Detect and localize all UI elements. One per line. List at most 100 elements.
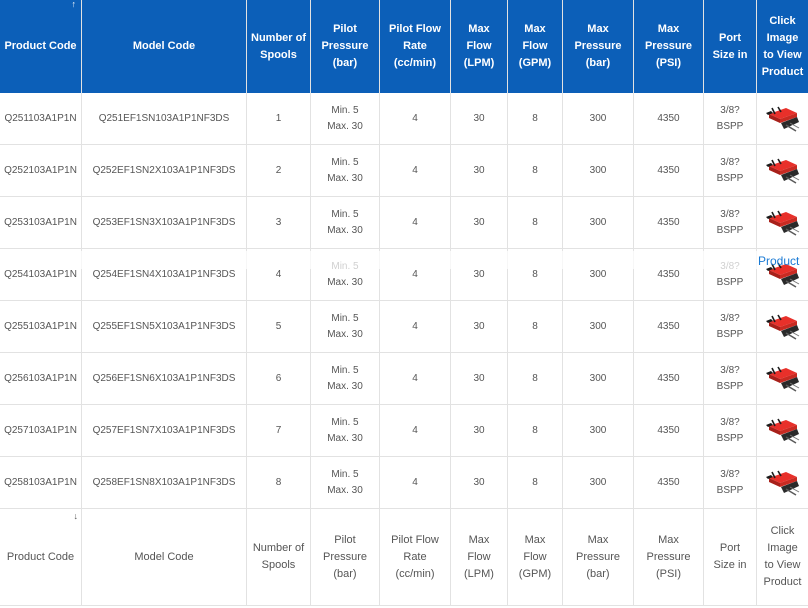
product-image[interactable] <box>765 470 800 496</box>
column-header-view-product[interactable]: Click Image to View Product <box>757 0 808 93</box>
product-image-cell[interactable] <box>757 145 808 196</box>
column-footer-max-pressure-psi[interactable]: Max Pressure (PSI) <box>634 509 704 605</box>
max-flow-gpm-value: 8 <box>532 476 538 488</box>
column-footer-max-flow-lpm[interactable]: Max Flow (LPM) <box>451 509 508 605</box>
table-row: Q253103A1P1N Q253EF1SN3X103A1P1NF3DS 3 Min.… <box>0 197 808 249</box>
product-image-cell[interactable]: Product <box>757 249 808 300</box>
column-header-pilot-pressure[interactable]: Pilot Pressure (bar) <box>311 0 380 93</box>
product-code-value: Q251103A1P1N <box>4 112 77 124</box>
max-pressure-bar-value: 300 <box>589 320 607 332</box>
column-footer-model-code[interactable]: Model Code <box>82 509 247 605</box>
hydraulic-valve-image <box>765 314 799 340</box>
spools-value: 2 <box>275 164 282 176</box>
column-header-max-pressure-bar[interactable]: Max Pressure (bar) <box>563 0 634 93</box>
max-pressure-psi-cell: 4350 <box>634 353 704 404</box>
column-footer-label: Number of Spools <box>252 542 305 571</box>
model-code-value: Q257EF1SN7X103A1P1NF3DS <box>92 424 236 436</box>
column-footer-label: Max Flow (LPM) <box>464 533 494 580</box>
product-code-value: Q257103A1P1N <box>4 424 77 436</box>
pilot-flow-rate-cell: 4 <box>380 457 451 508</box>
product-image-cell[interactable] <box>757 197 808 248</box>
pilot-pressure-value: Min. 5 Max. 30 <box>327 156 363 184</box>
product-image-cell[interactable] <box>757 93 808 144</box>
pilot-flow-rate-cell: 4 <box>380 301 451 352</box>
pilot-flow-rate-value: 4 <box>412 424 418 436</box>
column-footer-max-pressure-bar[interactable]: Max Pressure (bar) <box>563 509 634 605</box>
product-image[interactable] <box>765 418 800 444</box>
max-flow-lpm-cell: 30 <box>451 353 508 404</box>
max-pressure-psi-cell: 4350 <box>634 93 704 144</box>
product-code-cell: Q255103A1P1N <box>0 301 82 352</box>
column-footer-label: Pilot Flow Rate (cc/min) <box>391 533 439 580</box>
hydraulic-valve-image <box>765 366 799 392</box>
column-footer-pilot-flow-rate[interactable]: Pilot Flow Rate (cc/min) <box>380 509 451 605</box>
product-link[interactable]: Product <box>758 254 799 268</box>
table-row: Q255103A1P1N Q255EF1SN5X103A1P1NF3DS 5 Min.… <box>0 301 808 353</box>
product-image[interactable] <box>765 106 800 132</box>
max-flow-lpm-cell: 30 <box>451 301 508 352</box>
column-header-max-pressure-psi[interactable]: Max Pressure (PSI) <box>634 0 704 93</box>
product-code-cell: Q253103A1P1N <box>0 197 82 248</box>
product-code-cell: Q256103A1P1N <box>0 353 82 404</box>
product-image[interactable] <box>765 158 800 184</box>
port-size-cell: 3/8? BSPP <box>704 197 757 248</box>
product-image-cell[interactable] <box>757 405 808 456</box>
port-size-cell: 3/8? BSPP <box>704 145 757 196</box>
port-size-value: 3/8? BSPP <box>716 104 744 132</box>
product-image-cell[interactable] <box>757 457 808 508</box>
max-flow-lpm-cell: 30 <box>451 457 508 508</box>
column-footer-max-flow-gpm[interactable]: Max Flow (GPM) <box>508 509 563 605</box>
max-flow-lpm-value: 30 <box>473 216 485 228</box>
model-code-value: Q254EF1SN4X103A1P1NF3DS <box>92 268 236 280</box>
table-row: Q256103A1P1N Q256EF1SN6X103A1P1NF3DS 6 Min.… <box>0 353 808 405</box>
spools-value: 1 <box>275 112 282 124</box>
column-footer-product-code[interactable]: Product Code <box>0 509 82 605</box>
max-pressure-bar-cell: 300 <box>563 457 634 508</box>
product-image[interactable] <box>765 366 800 392</box>
max-pressure-bar-cell: 300 <box>563 249 634 300</box>
max-pressure-bar-value: 300 <box>589 424 607 436</box>
pilot-pressure-cell: Min. 5 Max. 30 <box>311 249 380 300</box>
spools-value: 7 <box>275 424 282 436</box>
spools-value: 8 <box>275 476 282 488</box>
pilot-pressure-value: Min. 5 Max. 30 <box>327 468 363 496</box>
model-code-cell: Q254EF1SN4X103A1P1NF3DS <box>82 249 247 300</box>
product-image-cell[interactable] <box>757 353 808 404</box>
max-flow-gpm-cell: 8 <box>508 353 563 404</box>
pilot-flow-rate-value: 4 <box>412 164 418 176</box>
port-size-value: 3/8? BSPP <box>716 312 744 340</box>
column-footer-spools[interactable]: Number of Spools <box>247 509 311 605</box>
column-header-label: Pilot Flow Rate (cc/min) <box>389 23 441 69</box>
column-footer-port-size[interactable]: Port Size in <box>704 509 757 605</box>
column-footer-view-product[interactable]: Click Image to View Product <box>757 509 808 605</box>
column-header-label: Pilot Pressure (bar) <box>321 23 369 69</box>
max-flow-lpm-value: 30 <box>473 372 485 384</box>
column-header-port-size[interactable]: Port Size in <box>704 0 757 93</box>
max-pressure-bar-value: 300 <box>589 476 607 488</box>
max-flow-gpm-cell: 8 <box>508 93 563 144</box>
port-size-cell: 3/8? BSPP <box>704 301 757 352</box>
product-image-cell[interactable] <box>757 301 808 352</box>
sort-down-icon[interactable] <box>74 512 79 521</box>
column-header-model-code[interactable]: Model Code <box>82 0 247 93</box>
max-pressure-bar-value: 300 <box>589 164 607 176</box>
model-code-value: Q255EF1SN5X103A1P1NF3DS <box>92 320 236 332</box>
hydraulic-valve-image <box>765 210 799 236</box>
sort-up-icon[interactable] <box>72 0 77 9</box>
column-header-label: Model Code <box>132 40 196 52</box>
pilot-pressure-cell: Min. 5 Max. 30 <box>311 145 380 196</box>
column-header-max-flow-gpm[interactable]: Max Flow (GPM) <box>508 0 563 93</box>
column-header-product-code[interactable]: Product Code <box>0 0 82 93</box>
product-image[interactable] <box>765 210 800 236</box>
model-code-cell: Q256EF1SN6X103A1P1NF3DS <box>82 353 247 404</box>
pilot-pressure-cell: Min. 5 Max. 30 <box>311 405 380 456</box>
product-image[interactable] <box>765 314 800 340</box>
column-header-max-flow-lpm[interactable]: Max Flow (LPM) <box>451 0 508 93</box>
column-header-spools[interactable]: Number of Spools <box>247 0 311 93</box>
table-header: Product Code Model Code Number of Spools… <box>0 0 808 93</box>
column-footer-pilot-pressure[interactable]: Pilot Pressure (bar) <box>311 509 380 605</box>
table-row: Q252103A1P1N Q252EF1SN2X103A1P1NF3DS 2 Min.… <box>0 145 808 197</box>
model-code-value: Q253EF1SN3X103A1P1NF3DS <box>92 216 236 228</box>
port-size-cell: 3/8? BSPP <box>704 93 757 144</box>
column-header-pilot-flow-rate[interactable]: Pilot Flow Rate (cc/min) <box>380 0 451 93</box>
